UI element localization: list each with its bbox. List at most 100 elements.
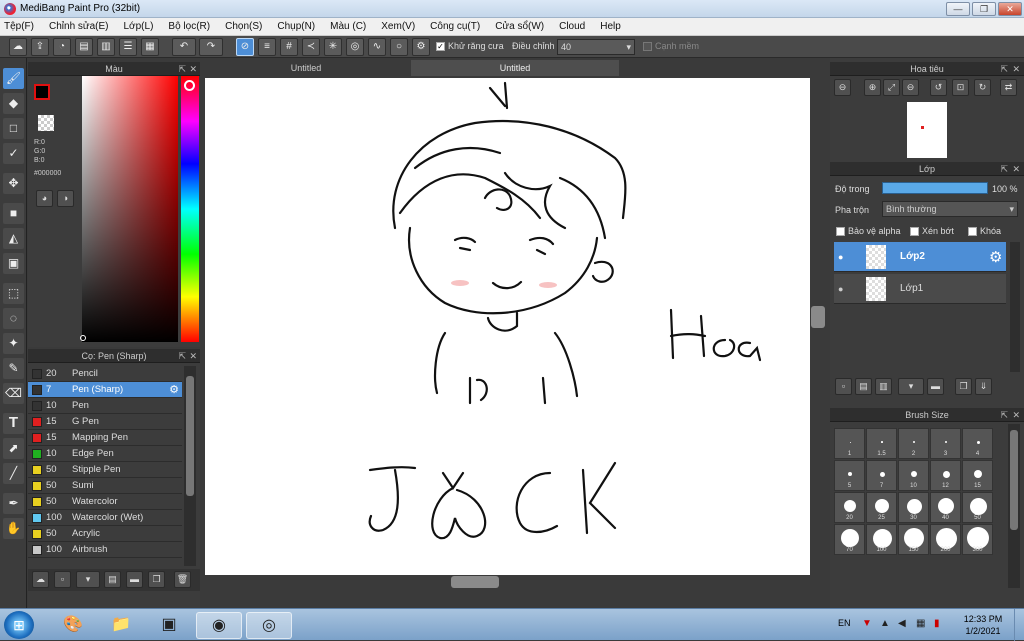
brush-settings-icon[interactable]: ▤ [104, 571, 121, 588]
close-panel-icon[interactable]: ✕ [1012, 162, 1020, 176]
close-panel-icon[interactable]: ✕ [1012, 62, 1020, 76]
select-eraser-icon[interactable]: ⌫ [3, 383, 24, 404]
duplicate-brush-icon[interactable]: ❐ [148, 571, 165, 588]
brush-tool-icon[interactable]: 🖌 [3, 68, 24, 89]
menu-layer[interactable]: Lớp(L) [124, 21, 154, 32]
eye-icon[interactable]: ● [838, 252, 843, 262]
menu-cloud[interactable]: Cloud [559, 21, 585, 32]
curve-snap-icon[interactable]: ∿ [368, 38, 386, 56]
document-icon[interactable]: ▥ [97, 38, 115, 56]
chrome-taskbar-icon[interactable]: ◎ [246, 612, 292, 639]
close-panel-icon[interactable]: ✕ [189, 349, 197, 363]
navigator-preview[interactable] [830, 100, 1024, 158]
layer-row[interactable]: ● Lớp2 ⚙ [834, 242, 1006, 272]
cloud-brush-icon[interactable]: ☁ [32, 571, 49, 588]
upload-icon[interactable]: ⇪ [31, 38, 49, 56]
comment-icon[interactable]: ◔ [53, 38, 71, 56]
palette-icon[interactable]: ◕ [36, 190, 53, 207]
adjust-dropdown[interactable]: 40 ▾ [557, 39, 635, 55]
brush-list-scrollbar[interactable] [184, 366, 196, 566]
brush-size-cell[interactable]: 30 [898, 492, 929, 523]
scrollbar-thumb[interactable] [1010, 430, 1018, 530]
brush-size-cell[interactable]: 2 [898, 428, 929, 459]
brush-item[interactable]: 20 Pencil [28, 366, 182, 382]
antivirus-icon[interactable]: ▼ [862, 618, 872, 629]
zoom-reset-icon[interactable]: ⊖ [902, 79, 919, 96]
brush-size-cell[interactable]: 12 [930, 460, 961, 491]
brush-item[interactable]: 10 Pen [28, 398, 182, 414]
eraser-tool-icon[interactable]: ◆ [3, 93, 24, 114]
folder-icon[interactable]: ▬ [927, 378, 944, 395]
menu-select[interactable]: Chọn(S) [225, 21, 262, 32]
brush-item[interactable]: 50 Watercolor [28, 494, 182, 510]
select-pen-icon[interactable]: ✎ [3, 358, 24, 379]
menu-help[interactable]: Help [600, 21, 621, 32]
scrollbar-thumb[interactable] [451, 576, 499, 588]
cloud-icon[interactable]: ☁ [9, 38, 27, 56]
layer-settings-icon[interactable]: ⚙ [989, 248, 1002, 266]
show-desktop-button[interactable] [1014, 609, 1024, 641]
layer-row[interactable]: ● Lớp1 [834, 274, 1006, 304]
brush-item[interactable]: 7 Pen (Sharp) ⚙ [28, 382, 182, 398]
add-layer-menu-icon[interactable]: ▾ [898, 378, 924, 395]
new-layer-icon[interactable]: ▫ [835, 378, 852, 395]
brush-size-cell[interactable]: 5 [834, 460, 865, 491]
grid-snap-icon[interactable]: # [280, 38, 298, 56]
rotate-right-icon[interactable]: ↻ [974, 79, 991, 96]
brush-size-cell[interactable]: 4 [962, 428, 993, 459]
gradient-tool-icon[interactable]: ▣ [3, 253, 24, 274]
network-icon[interactable]: ▦ [916, 618, 925, 629]
menu-file[interactable]: Tệp(F) [4, 21, 34, 32]
hand-tool-icon[interactable]: ✋ [3, 518, 24, 539]
close-button[interactable]: ✕ [998, 2, 1022, 16]
brush-size-cell[interactable]: 3 [930, 428, 961, 459]
horizontal-scrollbar[interactable] [205, 575, 811, 589]
brush-size-cell[interactable]: 10 [898, 460, 929, 491]
close-panel-icon[interactable]: ✕ [189, 62, 197, 76]
tab-untitled-2[interactable]: Untitled [411, 60, 619, 76]
new-8bit-layer-icon[interactable]: ▥ [875, 378, 892, 395]
blend-mode-dropdown[interactable]: Bình thường ▾ [882, 201, 1018, 217]
redo-icon[interactable]: ↷ [199, 38, 223, 56]
minimize-button[interactable]: — [946, 2, 970, 16]
foreground-color-swatch[interactable] [34, 84, 50, 100]
line-tool-icon[interactable]: ✓ [3, 143, 24, 164]
undock-icon[interactable]: ⇱ [1000, 408, 1008, 422]
zoom-out-icon[interactable]: ⊖ [834, 79, 851, 96]
brush-size-cell[interactable]: 100 [866, 524, 897, 555]
vertical-scrollbar[interactable] [810, 78, 826, 575]
circle-snap-icon[interactable]: ○ [390, 38, 408, 56]
flag-icon[interactable]: ▲ [880, 618, 890, 629]
language-indicator[interactable]: EN [838, 618, 851, 628]
brush-size-cell[interactable]: 200 [930, 524, 961, 555]
transparent-color-swatch[interactable] [38, 115, 54, 131]
brush-size-cell[interactable]: 70 [834, 524, 865, 555]
menu-color[interactable]: Màu (C) [330, 21, 366, 32]
brush-item[interactable]: 15 Mapping Pen [28, 430, 182, 446]
eyedropper-icon[interactable]: ✒ [3, 493, 24, 514]
brush-item[interactable]: 50 Stipple Pen [28, 462, 182, 478]
rectangle-tool-icon[interactable]: □ [3, 118, 24, 139]
zoom-in-icon[interactable]: ⊕ [864, 79, 881, 96]
brush-item[interactable]: 100 Airbrush [28, 542, 182, 558]
flip-icon[interactable]: ⇄ [1000, 79, 1017, 96]
menu-view[interactable]: Xem(V) [381, 21, 415, 32]
undock-icon[interactable]: ⇱ [1000, 62, 1008, 76]
opacity-slider[interactable] [882, 182, 988, 194]
close-panel-icon[interactable]: ✕ [1012, 408, 1020, 422]
operation-tool-icon[interactable]: ⬈ [3, 438, 24, 459]
divide-tool-icon[interactable]: ╱ [3, 463, 24, 484]
brush-size-cell[interactable]: 15 [962, 460, 993, 491]
list-icon[interactable]: ☰ [119, 38, 137, 56]
app-taskbar-icon[interactable]: ▣ [146, 612, 192, 639]
brush-size-cell[interactable]: 25 [866, 492, 897, 523]
undock-icon[interactable]: ⇱ [178, 62, 186, 76]
undo-icon[interactable]: ↶ [172, 38, 196, 56]
lasso-tool-icon[interactable]: ◌ [3, 308, 24, 329]
panels-icon[interactable]: ▦ [141, 38, 159, 56]
brush-size-scrollbar[interactable] [1008, 424, 1020, 588]
radial-snap-icon[interactable]: ✳ [324, 38, 342, 56]
undock-icon[interactable]: ⇱ [1000, 162, 1008, 176]
perspective-snap-icon[interactable]: ≺ [302, 38, 320, 56]
select-rect-tool-icon[interactable]: ⬚ [3, 283, 24, 304]
